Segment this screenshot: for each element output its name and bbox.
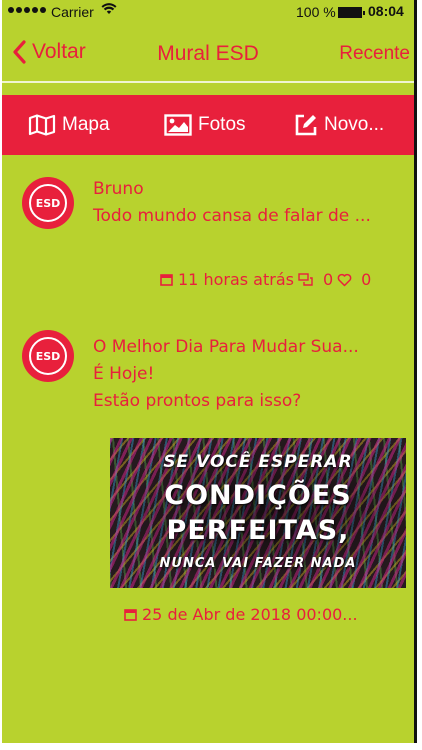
battery-icon [338,7,365,18]
avatar: ESD [22,177,74,229]
navigation-bar: Voltar Mural ESD Recente [2,26,414,82]
post-meta: 25 de Abr de 2018 00:00... [124,605,358,624]
recent-button[interactable]: Recente [339,43,410,65]
avatar-label: ESD [29,337,67,375]
new-post-button[interactable]: Novo... [294,95,384,155]
battery-percent: 100 % [296,4,336,20]
post-body-line: Estão prontos para isso? [93,391,302,411]
post-author: Bruno [93,179,144,199]
app-screen: Carrier 100 % 08:04 Voltar Mural ESD Rec… [2,0,414,743]
action-toolbar: Mapa Fotos Novo... [2,95,414,155]
avatar: ESD [22,330,74,382]
post-body-line: É Hoje! [93,364,155,384]
post-title: O Melhor Dia Para Mudar Sua... [93,337,359,357]
back-label: Voltar [32,40,86,63]
device-edge [414,0,417,743]
post-time: 11 horas atrás [178,270,294,289]
status-bar: Carrier 100 % 08:04 [2,0,414,26]
signal-icon [8,7,46,13]
clock: 08:04 [368,3,404,19]
post-meta: 11 horas atrás 0 0 [160,270,371,289]
heart-icon[interactable] [337,273,352,287]
image-text-line: PERFEITAS, [166,515,350,546]
post-image[interactable]: SE VOCÊ ESPERAR CONDIÇÕES PERFEITAS, NUN… [110,438,406,588]
carrier-label: Carrier [51,4,94,20]
image-text-line: SE VOCÊ ESPERAR [163,452,353,472]
comment-count: 0 [322,270,334,289]
divider [2,81,414,83]
map-icon [28,114,56,136]
avatar-label: ESD [29,184,67,222]
post-excerpt: Todo mundo cansa de falar de ... [93,206,371,226]
image-text-line: CONDIÇÕES [164,480,352,511]
photos-label: Fotos [198,114,246,135]
image-text-line: NUNCA VAI FAZER NADA [159,556,357,571]
new-post-label: Novo... [324,114,385,135]
photos-button[interactable]: Fotos [164,95,246,155]
edit-icon [295,114,317,136]
map-button[interactable]: Mapa [28,95,110,155]
calendar-icon [160,274,173,286]
map-label: Mapa [62,114,110,135]
comments-icon [298,272,313,286]
chevron-left-icon [13,40,26,64]
like-count: 0 [361,270,372,289]
post-time: 25 de Abr de 2018 00:00... [142,605,358,624]
back-button[interactable]: Voltar [12,40,86,64]
photo-icon [164,114,192,136]
wifi-icon [101,3,117,19]
calendar-icon [124,609,137,621]
